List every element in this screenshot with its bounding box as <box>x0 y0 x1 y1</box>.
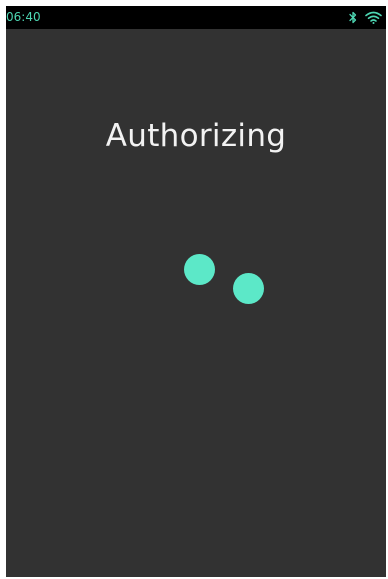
status-time: 06:40 <box>6 10 41 24</box>
phone-screen: 06:40 Authorizing <box>6 6 386 577</box>
status-icons <box>349 9 382 25</box>
bluetooth-icon <box>349 11 357 24</box>
status-bar: 06:40 <box>6 6 386 29</box>
wifi-icon <box>365 11 382 24</box>
authorizing-title: Authorizing <box>105 117 287 154</box>
loading-spinner-dot <box>233 273 264 304</box>
loading-spinner-dot <box>184 254 215 285</box>
